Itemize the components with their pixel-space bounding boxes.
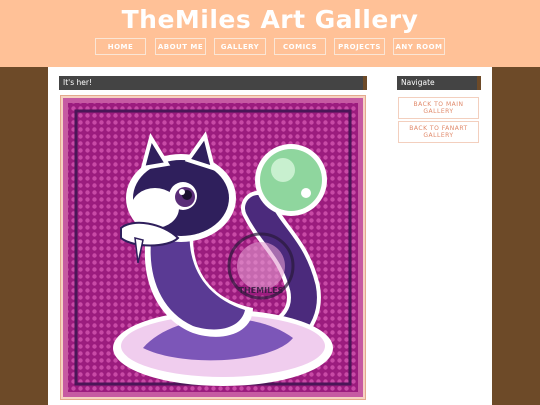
nav-gallery[interactable]: GALLERY: [214, 38, 266, 55]
site-header: TheMiles Art Gallery HOME ABOUT ME GALLE…: [0, 0, 540, 67]
back-to-fanart-gallery-button[interactable]: BACK TO FANART GALLERY: [398, 121, 479, 143]
nav-about-me[interactable]: ABOUT ME: [155, 38, 206, 55]
nav-home[interactable]: HOME: [95, 38, 146, 55]
site-title: TheMiles Art Gallery: [121, 5, 419, 34]
artwork-image: THEMILES: [63, 98, 363, 397]
sidebar-heading: Navigate: [397, 76, 481, 90]
watermark-text: THEMILES: [239, 286, 284, 295]
artwork-frame: THEMILES: [60, 95, 366, 400]
back-to-main-gallery-button[interactable]: BACK TO MAIN GALLERY: [398, 97, 479, 119]
post-title-bar: It's her!: [59, 76, 367, 90]
nav-comics[interactable]: COMICS: [274, 38, 326, 55]
main-nav: HOME ABOUT ME GALLERY COMICS PROJECTS AN…: [0, 38, 540, 55]
nav-any-room[interactable]: ANY ROOM: [393, 38, 445, 55]
nav-projects[interactable]: PROJECTS: [334, 38, 385, 55]
